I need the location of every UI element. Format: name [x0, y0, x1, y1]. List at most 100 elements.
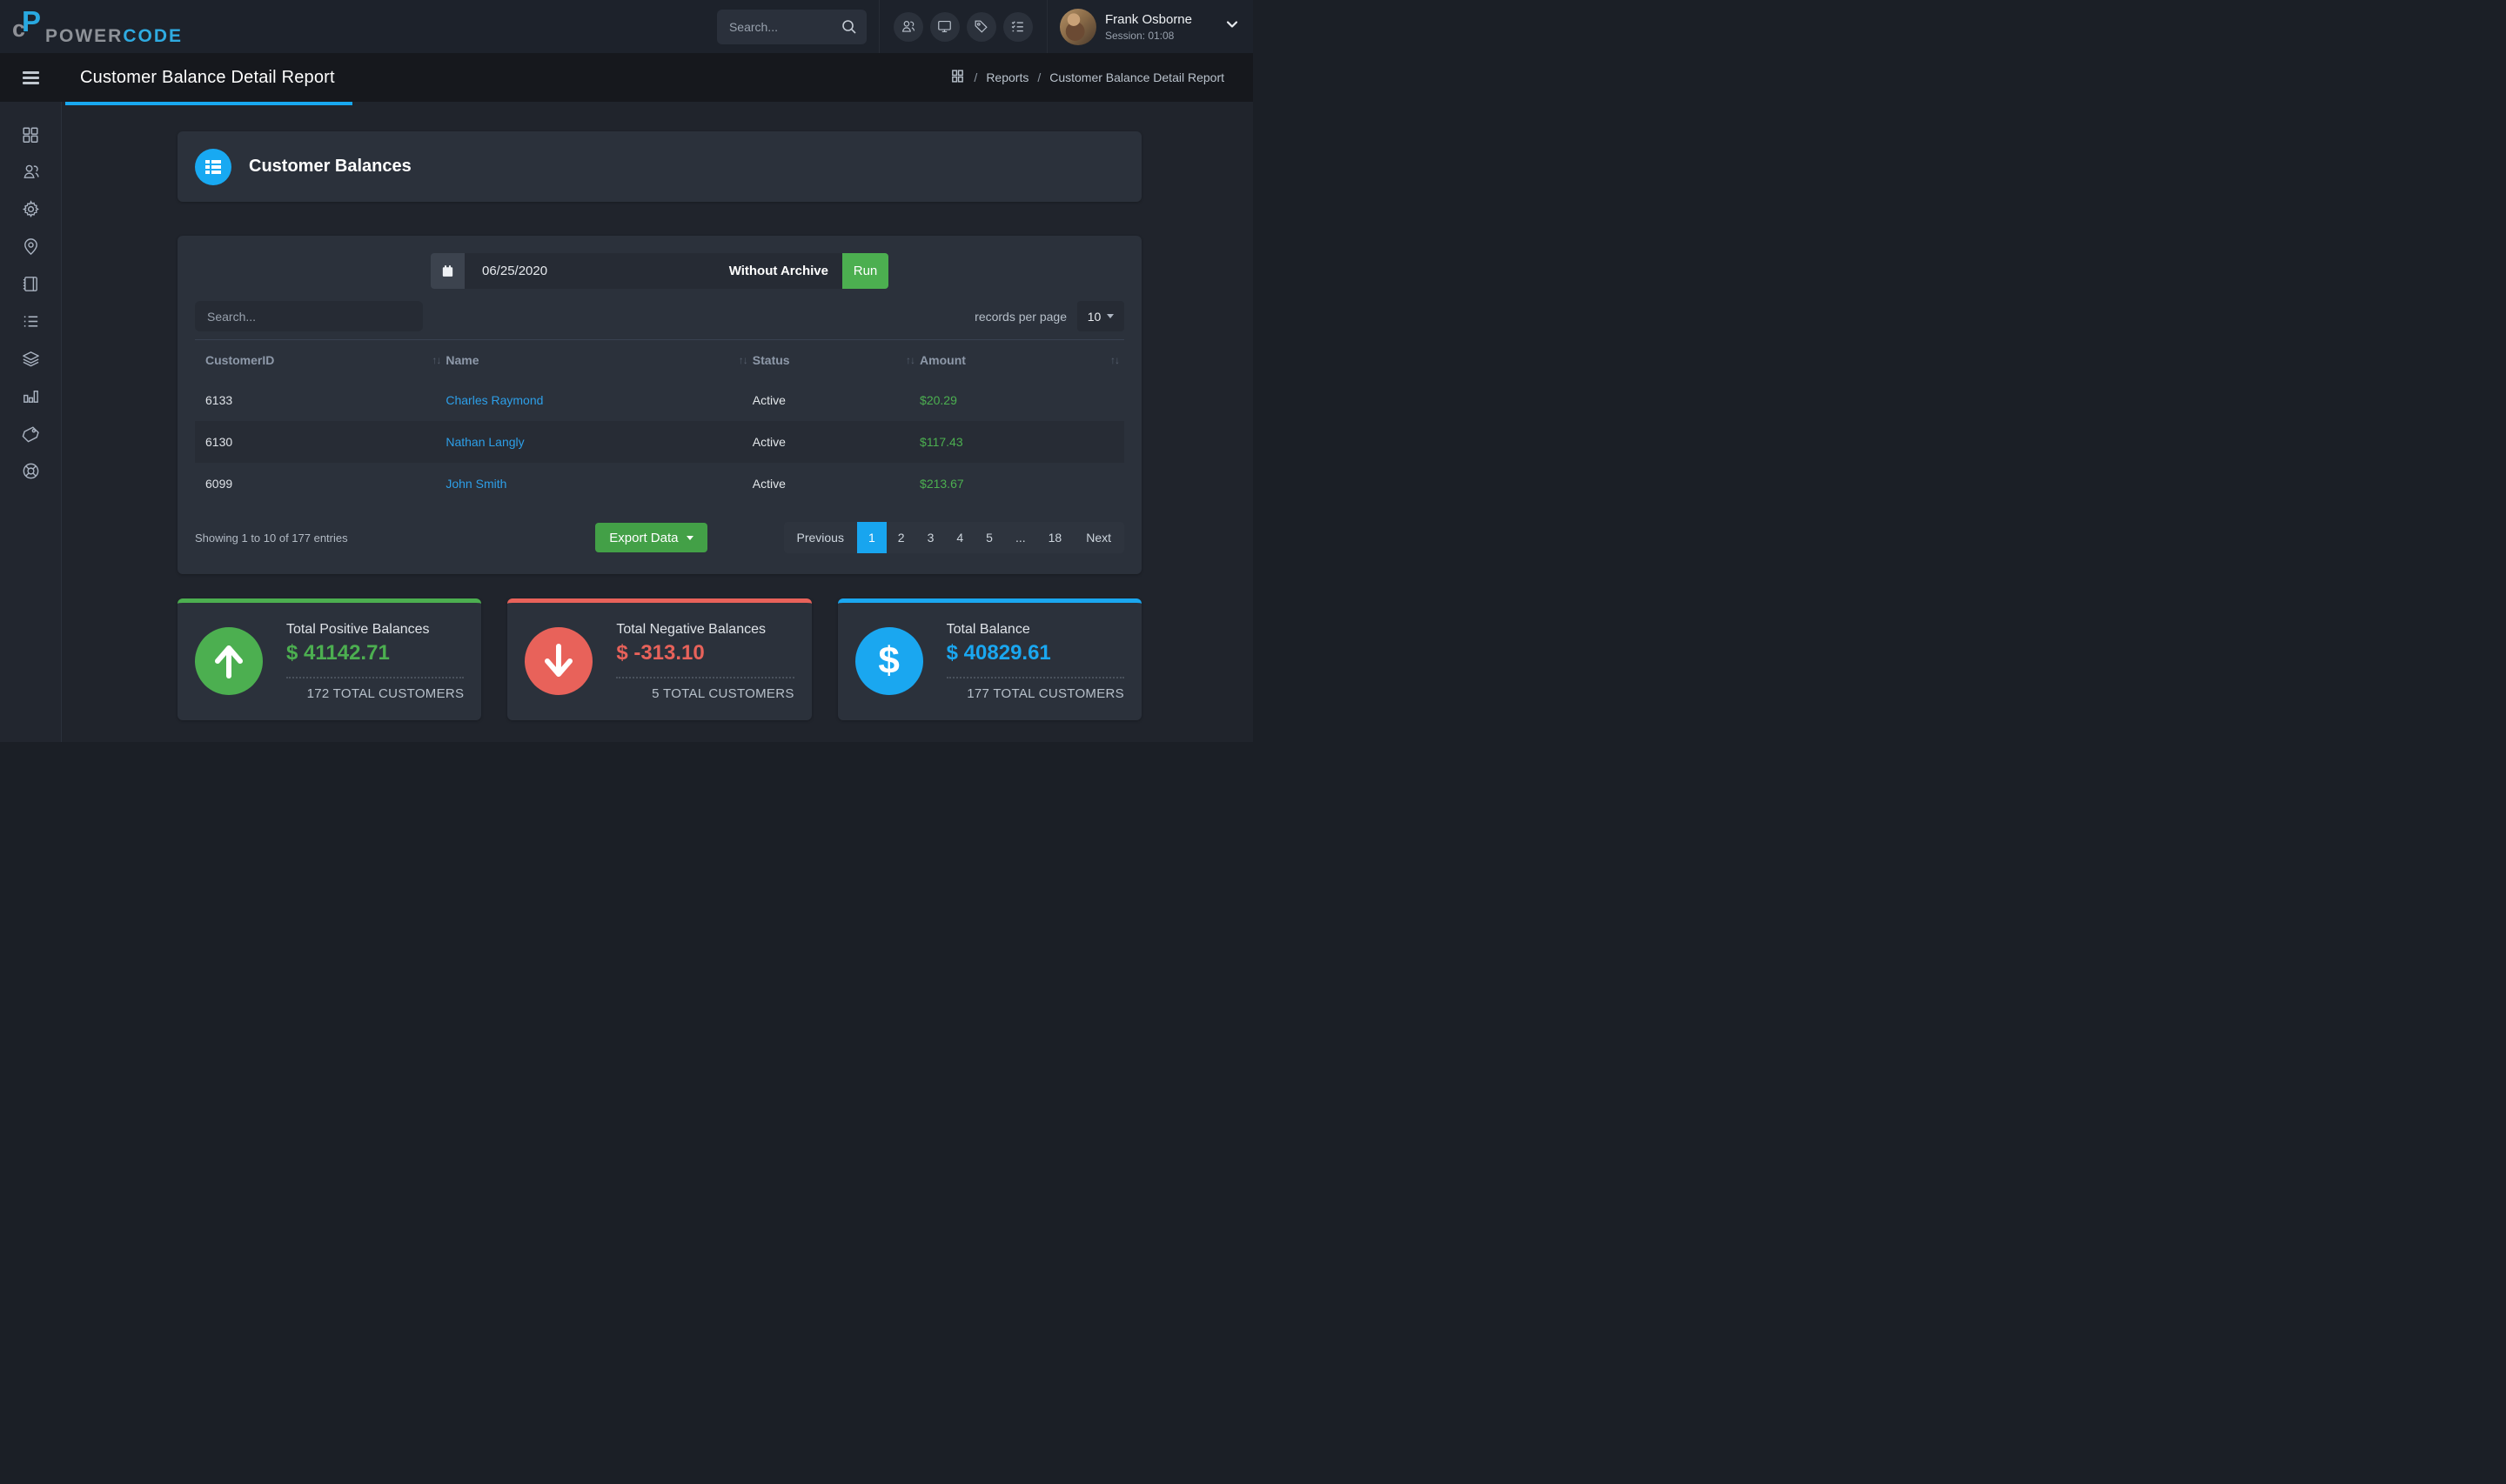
cell-status: Active	[753, 435, 920, 449]
sidebar-item-location-pin-icon[interactable]	[11, 228, 50, 265]
filter-row: 06/25/2020 Without Archive Run	[195, 253, 1124, 289]
powercode-logo[interactable]: c P POWERCODE	[0, 7, 183, 47]
arrow-down-icon	[525, 627, 593, 695]
app-window: c P POWERCODE	[0, 0, 1253, 742]
sidebar-item-settings-gear-icon[interactable]	[11, 191, 50, 228]
avatar[interactable]	[1060, 9, 1096, 45]
pagination-page-3[interactable]: 3	[916, 522, 946, 553]
chevron-down-icon	[1107, 314, 1114, 318]
pagination-ellipsis: ...	[1004, 522, 1037, 553]
summary-value: $ 41142.71	[286, 641, 390, 665]
summary-customers: 172 TOTAL CUSTOMERS	[307, 686, 465, 701]
chevron-down-icon[interactable]	[1225, 17, 1239, 36]
pagination-page-18[interactable]: 18	[1037, 522, 1074, 553]
table-icon	[195, 149, 231, 185]
run-button[interactable]: Run	[842, 253, 888, 289]
customer-link[interactable]: Nathan Langly	[446, 435, 524, 449]
sort-icon[interactable]: ↑↓	[1110, 354, 1119, 366]
cell-amount: $213.67	[920, 477, 1124, 491]
cell-amount: $117.43	[920, 435, 1124, 449]
archive-mode-label: Without Archive	[729, 264, 842, 278]
customer-link[interactable]: John Smith	[446, 477, 506, 491]
page-title: Customer Balance Detail Report	[80, 68, 335, 88]
customer-table: CustomerID ↑↓ Name ↑↓ Status ↑↓ Amount ↑…	[195, 340, 1124, 505]
total-balance-card: $ Total Balance $ 40829.61 177 TOTAL CUS…	[838, 598, 1142, 720]
sidebar-item-list-icon[interactable]	[11, 303, 50, 340]
pagination-page-1[interactable]: 1	[857, 522, 887, 553]
breadcrumb-reports[interactable]: Reports	[986, 70, 1029, 84]
title-accent-underline	[65, 102, 352, 105]
sort-icon[interactable]: ↑↓	[432, 354, 440, 366]
pagination-page-5[interactable]: 5	[975, 522, 1004, 553]
breadcrumb-current: Customer Balance Detail Report	[1049, 70, 1224, 84]
summary-value: $ 40829.61	[947, 641, 1051, 665]
summary-value: $ -313.10	[616, 641, 704, 665]
sidebar	[0, 102, 62, 742]
logo-mark-icon: c P	[12, 7, 42, 42]
sidebar-item-users-icon[interactable]	[11, 153, 50, 191]
total-negative-balances-card: Total Negative Balances $ -313.10 5 TOTA…	[507, 598, 811, 720]
dashboard-grid-icon[interactable]	[950, 69, 965, 86]
sidebar-item-layers-icon[interactable]	[11, 340, 50, 378]
table-row: 6133 Charles Raymond Active $20.29	[195, 379, 1124, 421]
search-icon[interactable]	[841, 18, 858, 40]
total-positive-balances-card: Total Positive Balances $ 41142.71 172 T…	[178, 598, 481, 720]
users-icon[interactable]	[894, 12, 923, 42]
records-per-page-label: records per page	[975, 310, 1067, 324]
main-content: Customer Balances 06/25/2020 Without Arc…	[63, 105, 1253, 742]
logo-text: POWERCODE	[45, 26, 183, 47]
report-table-card: 06/25/2020 Without Archive Run records p…	[178, 236, 1142, 574]
column-header-customerid[interactable]: CustomerID ↑↓	[195, 353, 446, 367]
report-title: Customer Balances	[249, 157, 412, 177]
records-per-page-select[interactable]: 10	[1077, 301, 1124, 331]
checklist-icon[interactable]	[1003, 12, 1033, 42]
sort-icon[interactable]: ↑↓	[906, 354, 915, 366]
sidebar-item-notebook-icon[interactable]	[11, 265, 50, 303]
calendar-icon[interactable]	[431, 253, 465, 289]
date-input-strip: 06/25/2020 Without Archive	[465, 253, 842, 289]
sidebar-item-tag-icon[interactable]	[11, 415, 50, 452]
customer-link[interactable]: Charles Raymond	[446, 393, 543, 407]
table-search-input[interactable]	[195, 301, 423, 331]
summary-title: Total Positive Balances	[286, 622, 430, 638]
pagination-page-4[interactable]: 4	[945, 522, 975, 553]
date-filter-group: 06/25/2020 Without Archive Run	[431, 253, 888, 289]
summary-cards-row: Total Positive Balances $ 41142.71 172 T…	[178, 598, 1142, 720]
column-header-status[interactable]: Status ↑↓	[753, 353, 920, 367]
column-header-name[interactable]: Name ↑↓	[446, 353, 752, 367]
pagination-previous[interactable]: Previous	[784, 522, 857, 553]
cell-status: Active	[753, 477, 920, 491]
export-data-button[interactable]: Export Data	[595, 523, 707, 552]
topbar: c P POWERCODE	[0, 0, 1253, 53]
summary-customers: 5 TOTAL CUSTOMERS	[652, 686, 794, 701]
topbar-icon-group	[879, 0, 1048, 53]
pagination: Previous 1 2 3 4 5 ... 18 Next	[784, 522, 1125, 553]
breadcrumb: / Reports / Customer Balance Detail Repo…	[950, 69, 1224, 86]
chevron-down-icon	[687, 536, 694, 540]
monitor-icon[interactable]	[930, 12, 960, 42]
user-name: Frank Osborne	[1105, 12, 1192, 27]
global-search	[717, 10, 867, 44]
sidebar-item-dashboard-grid-icon[interactable]	[11, 116, 50, 153]
sidebar-item-life-ring-icon[interactable]	[11, 452, 50, 490]
dollar-sign-icon: $	[855, 627, 923, 695]
cell-amount: $20.29	[920, 393, 1124, 407]
hamburger-menu-icon[interactable]	[0, 69, 61, 87]
summary-title: Total Balance	[947, 622, 1030, 638]
user-menu[interactable]: Frank Osborne Session: 01:08	[1060, 9, 1192, 45]
divider	[616, 677, 794, 678]
cell-customerid: 6099	[195, 477, 446, 491]
user-session: Session: 01:08	[1105, 30, 1192, 42]
pagination-next[interactable]: Next	[1073, 522, 1124, 553]
report-header-card: Customer Balances	[178, 131, 1142, 202]
sidebar-item-bar-chart-icon[interactable]	[11, 378, 50, 415]
tag-icon[interactable]	[967, 12, 996, 42]
pagination-page-2[interactable]: 2	[887, 522, 916, 553]
showing-entries-text: Showing 1 to 10 of 177 entries	[195, 531, 595, 545]
column-header-amount[interactable]: Amount ↑↓	[920, 353, 1124, 367]
cell-customerid: 6130	[195, 435, 446, 449]
sort-icon[interactable]: ↑↓	[739, 354, 747, 366]
arrow-up-icon	[195, 627, 263, 695]
titlebar: Customer Balance Detail Report / Reports…	[0, 53, 1253, 102]
date-input[interactable]: 06/25/2020	[465, 264, 729, 278]
